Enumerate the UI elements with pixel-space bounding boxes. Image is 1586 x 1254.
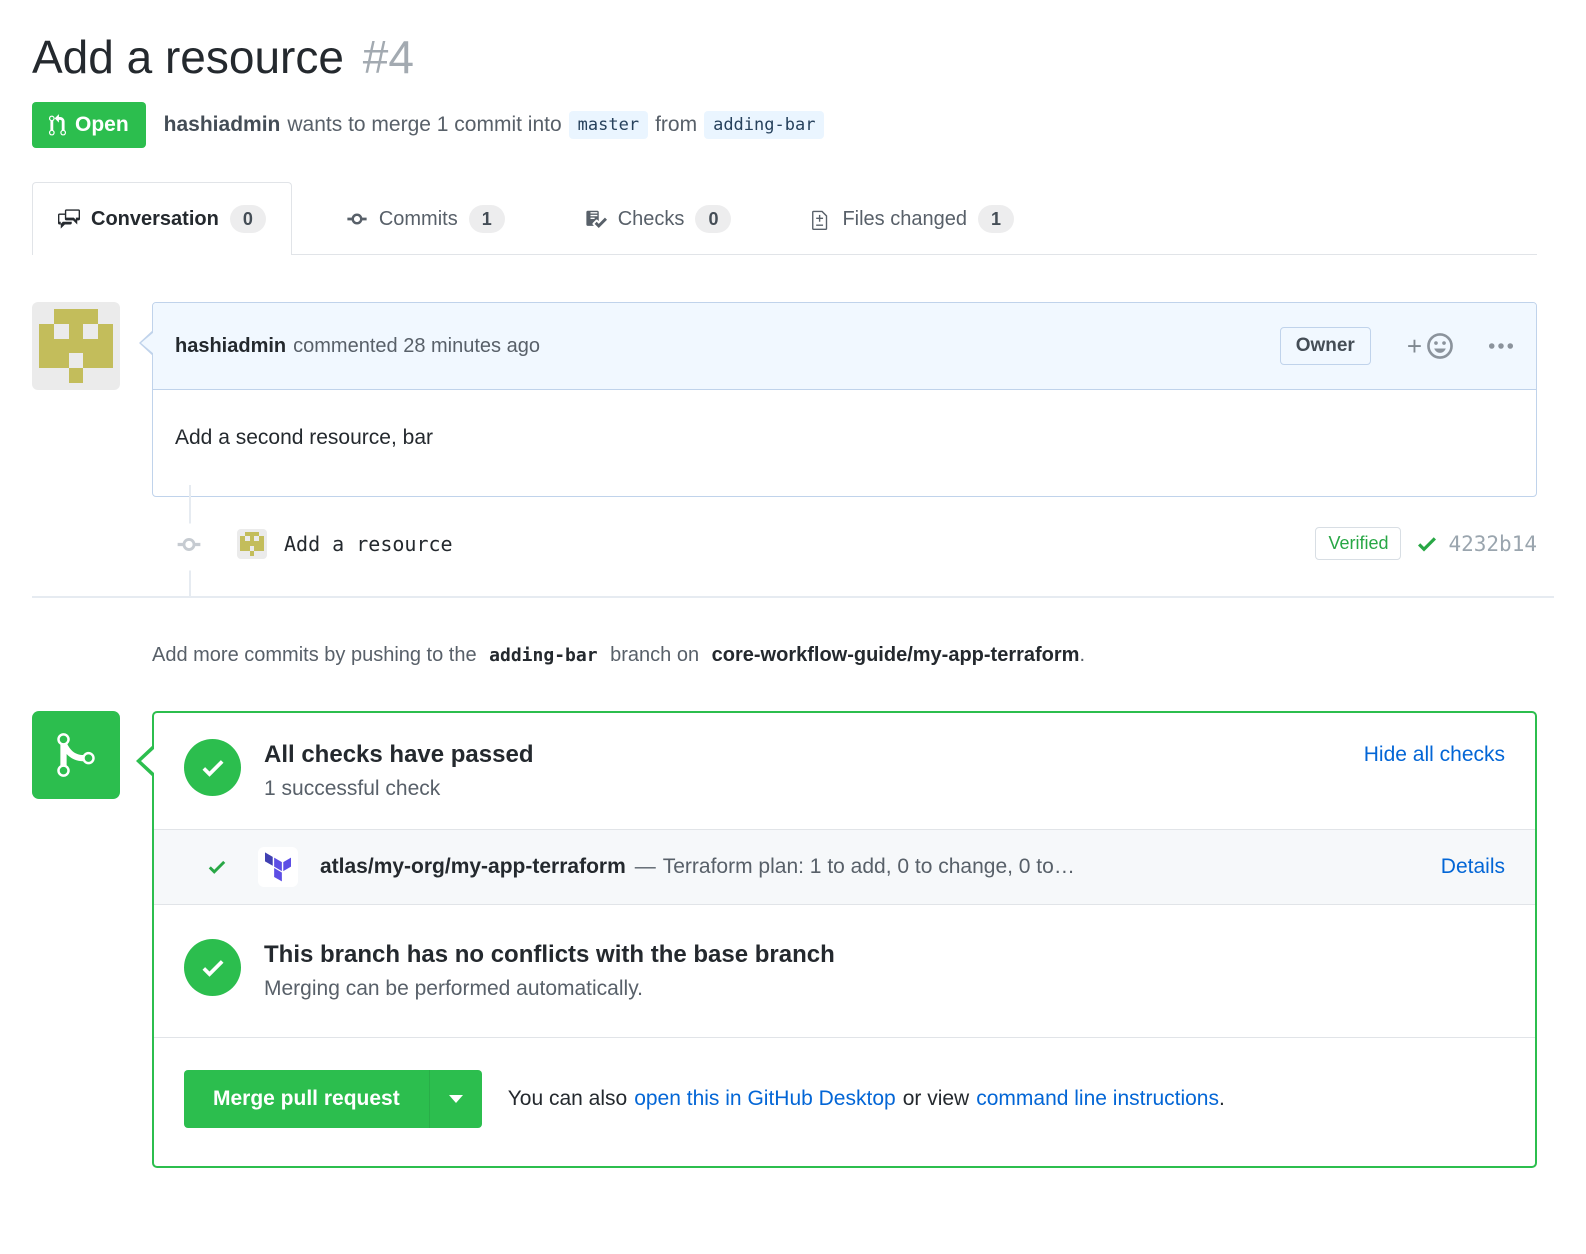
timeline-divider bbox=[32, 596, 1554, 598]
caret-down-icon bbox=[449, 1095, 463, 1110]
pr-tabs: Conversation 0 Commits 1 Checks 0 Files … bbox=[32, 182, 1537, 255]
base-branch-ref[interactable]: master bbox=[569, 111, 648, 139]
checks-summary-title: All checks have passed bbox=[264, 741, 533, 769]
tab-files-changed[interactable]: Files changed 1 bbox=[785, 182, 1040, 255]
merge-pull-request-button[interactable]: Merge pull request bbox=[184, 1070, 429, 1128]
push-note: Add more commits by pushing to the addin… bbox=[152, 644, 1537, 667]
success-check-circle-icon bbox=[184, 939, 241, 996]
merge-status-box: All checks have passed 1 successful chec… bbox=[152, 711, 1537, 1168]
tab-commits[interactable]: Commits 1 bbox=[320, 182, 531, 255]
git-pull-request-icon bbox=[49, 114, 66, 137]
details-link[interactable]: Details bbox=[1441, 855, 1505, 879]
check-icon bbox=[206, 856, 228, 878]
pull-request-page: Add a resource #4 Open hashiadmin wants … bbox=[0, 0, 1586, 1198]
push-note-branch: adding-bar bbox=[489, 645, 597, 666]
terraform-logo-icon bbox=[258, 847, 298, 887]
meta-from-text: from bbox=[655, 113, 697, 137]
git-merge-icon bbox=[32, 711, 120, 799]
check-icon bbox=[1415, 532, 1439, 556]
tab-label: Files changed bbox=[842, 208, 967, 231]
tab-counter: 0 bbox=[230, 205, 266, 233]
mergeability-subtitle: Merging can be performed automatically. bbox=[264, 977, 835, 1001]
avatar[interactable] bbox=[32, 302, 120, 390]
dash-separator: — bbox=[635, 855, 656, 878]
github-desktop-link[interactable]: open this in GitHub Desktop bbox=[634, 1087, 895, 1111]
tab-label: Commits bbox=[379, 208, 458, 231]
plus-icon: + bbox=[1407, 333, 1422, 359]
push-note-text: Add more commits by pushing to the bbox=[152, 644, 477, 666]
merge-button-group: Merge pull request bbox=[184, 1070, 482, 1128]
head-branch-ref[interactable]: adding-bar bbox=[704, 111, 824, 139]
conversation-timeline: hashiadmin commented 28 minutes ago Owne… bbox=[32, 302, 1537, 497]
tab-label: Conversation bbox=[91, 208, 219, 231]
commit-avatar[interactable] bbox=[237, 529, 267, 559]
verified-badge[interactable]: Verified bbox=[1315, 527, 1401, 560]
comment-meta-text: commented 28 minutes ago bbox=[293, 335, 540, 358]
check-run-summary: — Terraform plan: 1 to add, 0 to change, … bbox=[635, 855, 1075, 879]
check-run-row: atlas/my-org/my-app-terraform — Terraform… bbox=[154, 829, 1535, 905]
tab-counter: 1 bbox=[978, 205, 1014, 233]
commit-row: Add a resource Verified 4232b14 bbox=[32, 497, 1537, 596]
check-run-name: atlas/my-org/my-app-terraform bbox=[320, 855, 626, 879]
smiley-icon bbox=[1426, 332, 1454, 360]
file-diff-icon bbox=[811, 208, 831, 230]
merge-section: All checks have passed 1 successful chec… bbox=[32, 711, 1537, 1168]
commit-sha-link[interactable]: 4232b14 bbox=[1448, 532, 1537, 556]
success-check-circle-icon bbox=[184, 739, 241, 796]
push-note-period: . bbox=[1079, 644, 1085, 666]
comment-body: Add a second resource, bar bbox=[153, 390, 1536, 496]
mergeability-section: This branch has no conflicts with the ba… bbox=[154, 905, 1535, 1037]
push-note-repo: core-workflow-guide/my-app-terraform bbox=[712, 644, 1080, 666]
pr-meta-row: Open hashiadmin wants to merge 1 commit … bbox=[32, 102, 1537, 148]
alternative-actions-text: You can also open this in GitHub Desktop… bbox=[508, 1087, 1225, 1111]
tab-checks[interactable]: Checks 0 bbox=[559, 182, 758, 255]
pr-title-text: Add a resource bbox=[32, 31, 344, 83]
tab-counter: 1 bbox=[469, 205, 505, 233]
checks-summary-section: All checks have passed 1 successful chec… bbox=[154, 713, 1535, 829]
command-line-instructions-link[interactable]: command line instructions bbox=[976, 1087, 1219, 1111]
pr-number: #4 bbox=[363, 31, 414, 83]
checks-summary-subtitle: 1 successful check bbox=[264, 777, 533, 801]
comment-author-link[interactable]: hashiadmin bbox=[175, 335, 286, 358]
check-run-summary-text: Terraform plan: 1 to add, 0 to change, 0… bbox=[663, 855, 1075, 878]
kebab-horizontal-icon bbox=[1488, 337, 1514, 355]
pr-state-badge: Open bbox=[32, 102, 146, 148]
comment-discussion-icon bbox=[58, 208, 80, 230]
git-commit-icon bbox=[168, 523, 210, 570]
alt-text: or view bbox=[903, 1087, 970, 1111]
merge-actions-section: Merge pull request You can also open thi… bbox=[154, 1037, 1535, 1166]
pr-meta-text: hashiadmin wants to merge 1 commit into … bbox=[164, 111, 825, 139]
tab-conversation[interactable]: Conversation 0 bbox=[32, 182, 292, 255]
mergeability-title: This branch has no conflicts with the ba… bbox=[264, 941, 835, 969]
comment-header: hashiadmin commented 28 minutes ago Owne… bbox=[153, 303, 1536, 390]
tab-counter: 0 bbox=[695, 205, 731, 233]
add-reaction-button[interactable]: + bbox=[1407, 332, 1454, 360]
page-title: Add a resource #4 bbox=[32, 26, 1537, 88]
git-commit-icon bbox=[346, 208, 368, 230]
pr-author-link[interactable]: hashiadmin bbox=[164, 113, 281, 137]
merge-options-dropdown-button[interactable] bbox=[429, 1070, 482, 1128]
meta-merge-text: wants to merge 1 commit into bbox=[287, 113, 561, 137]
checklist-icon bbox=[585, 208, 607, 230]
push-note-text: branch on bbox=[610, 644, 699, 666]
commit-message-link[interactable]: Add a resource bbox=[284, 532, 453, 556]
kebab-menu-button[interactable] bbox=[1488, 337, 1514, 355]
comment-card: hashiadmin commented 28 minutes ago Owne… bbox=[152, 302, 1537, 497]
alt-text: You can also bbox=[508, 1087, 628, 1111]
owner-badge: Owner bbox=[1280, 327, 1371, 365]
pr-state-label: Open bbox=[75, 113, 129, 137]
hide-all-checks-link[interactable]: Hide all checks bbox=[1364, 739, 1505, 767]
alt-text-period: . bbox=[1219, 1087, 1225, 1111]
tab-label: Checks bbox=[618, 208, 685, 231]
